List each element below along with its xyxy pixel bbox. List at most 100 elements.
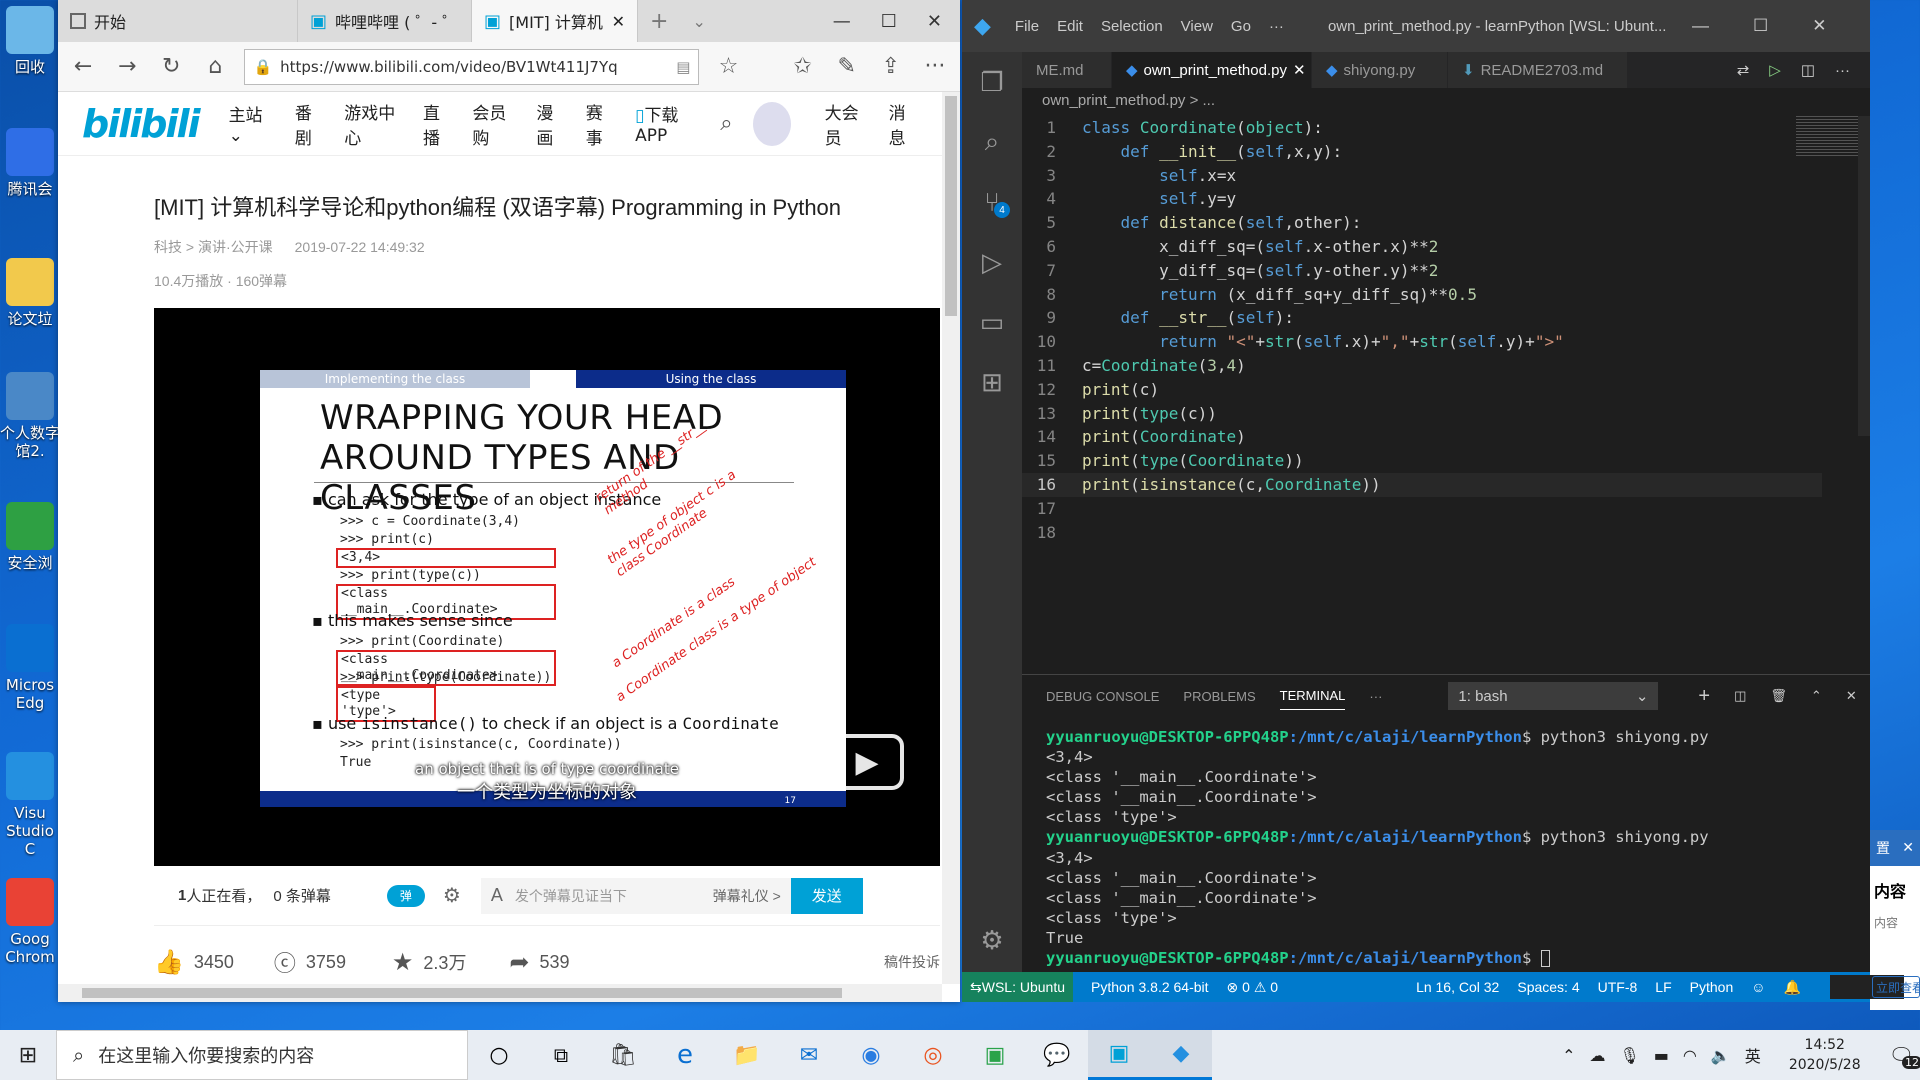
microphone-icon[interactable]: 🎙 [1619,1046,1639,1065]
close-panel-icon[interactable]: ✕ [1846,688,1857,704]
split-editor-icon[interactable]: ◫ [1801,61,1815,79]
avatar[interactable] [752,101,791,146]
desktop-icon[interactable]: 腾讯会 [0,128,60,198]
video-category[interactable]: 科技 > 演讲·公开课 [154,239,273,255]
source-control-icon[interactable]: ⑂ 4 [962,172,1022,232]
ubuntu-icon[interactable]: ◎ [902,1030,964,1080]
cursor-position[interactable]: Ln 16, Col 32 [1416,979,1499,995]
tab-start[interactable]: 开始 [58,0,298,42]
menu-view[interactable]: View [1181,18,1213,35]
desktop-icon[interactable]: Micros Edg [0,624,60,712]
browser-icon[interactable]: ◉ [840,1030,902,1080]
store-icon[interactable]: 🛍 [592,1030,654,1080]
danmaku-etiquette-link[interactable]: 弹幕礼仪 > [713,886,781,906]
desktop-icon[interactable]: 安全浏 [0,502,60,572]
tab-shiyong[interactable]: ◆ shiyong.py [1312,52,1448,88]
desktop-icon[interactable]: Visu Studio C [0,752,60,858]
close-tab-icon[interactable]: ✕ [1293,61,1306,79]
task-view-icon[interactable]: ⧉ [530,1030,592,1080]
tab-own-print-method[interactable]: ◆ own_print_method.py ✕ [1112,52,1312,88]
favorites-hub-icon[interactable]: ✩ [788,50,818,84]
explorer-icon[interactable]: ❐ [962,52,1022,112]
favorite-icon[interactable]: ★ [392,948,414,977]
tab-bilibili-home[interactable]: ▣ 哔哩哔哩 ( ゜- ゜ [298,0,472,42]
taskbar-search-input[interactable]: ⌕ 在这里输入你要搜索的内容 [56,1030,468,1080]
home-icon[interactable]: ⌂ [200,50,230,84]
edge-icon[interactable]: e [654,1030,716,1080]
nav-main[interactable]: 主站 ⌄ [229,101,275,146]
pen-icon[interactable]: ✎ [832,50,862,84]
menu-go[interactable]: Go [1231,18,1251,35]
tab-readme[interactable]: ME.md [1022,52,1112,88]
desktop-icon[interactable]: 个人数字馆2. [0,372,60,460]
cloud-icon[interactable]: ☁ [1589,1046,1605,1065]
windows-start-icon[interactable]: ⊞ [0,1030,56,1080]
run-file-icon[interactable]: ▷ [1769,61,1781,79]
bilibili-logo[interactable]: bilibili [82,102,201,146]
run-debug-icon[interactable]: ▷ [962,232,1022,292]
settings-gear-icon[interactable]: ⚙ [962,925,1022,956]
video-player[interactable]: Implementing the class Using the class W… [154,308,940,866]
tab-problems[interactable]: PROBLEMS [1183,689,1255,704]
feedback-icon[interactable]: ☺ [1751,979,1765,995]
file-explorer-icon[interactable]: 📁 [716,1030,778,1080]
terminal-select[interactable]: 1: bash ⌄ [1448,682,1659,710]
nav-vip[interactable]: 大会员 [825,99,869,149]
extensions-icon[interactable]: ⊞ [962,352,1022,412]
nav-mall[interactable]: 会员购 [472,99,516,149]
menu-file[interactable]: File [1015,18,1039,35]
nav-bangumi[interactable]: 番剧 [295,99,324,149]
play-icon[interactable]: ▶ [830,734,904,790]
more-icon[interactable]: ··· [920,50,950,84]
minimize-icon[interactable]: — [1692,16,1709,36]
nav-esports[interactable]: 赛事 [586,99,615,149]
notes-app-icon[interactable]: ▣ [964,1030,1026,1080]
nav-games[interactable]: 游戏中心 [344,99,403,149]
search-icon[interactable]: ⌕ [962,112,1022,172]
wifi-icon[interactable]: ◠ [1683,1046,1697,1065]
favorite-star-icon[interactable]: ☆ [713,50,743,84]
desktop-icon[interactable]: 回收 [0,6,60,76]
minimize-icon[interactable]: — [833,11,851,32]
url-input[interactable]: 🔒 https://www.bilibili.com/video/BV1Wt411… [244,48,700,85]
language-mode[interactable]: Python [1690,979,1734,995]
close-icon[interactable]: ✕ [1812,16,1826,36]
line-ending[interactable]: LF [1655,979,1671,995]
ime-indicator[interactable]: 英 [1745,1043,1761,1067]
desktop-icon[interactable]: 论文垃 [0,258,60,328]
editor-scrollbar[interactable] [1858,116,1870,436]
reading-view-icon[interactable]: ▤ [676,58,690,76]
clock[interactable]: 14:52 2020/5/28 [1789,1035,1861,1075]
terminal-output[interactable]: yyuanruoyu@DESKTOP-6PPQ48P:/mnt/c/alaji/… [1046,727,1709,968]
report-link[interactable]: 稿件投诉 [884,952,940,972]
mail-icon[interactable]: ✉ [778,1030,840,1080]
nav-download-app[interactable]: ▯下载APP [635,101,700,146]
send-button[interactable]: 发送 [790,877,863,914]
vertical-scrollbar[interactable] [942,92,960,984]
nav-manga[interactable]: 漫画 [536,99,565,149]
bilibili-app-icon[interactable]: ▣ [1088,1030,1150,1080]
nav-messages[interactable]: 消息 [889,99,918,149]
coin-icon[interactable]: ⓒ [274,946,296,978]
task-view-cortana-icon[interactable]: ○ [468,1030,530,1080]
menu-more[interactable]: ··· [1269,18,1284,35]
notifications-bell-icon[interactable]: 🔔 [1784,979,1801,996]
indentation[interactable]: Spaces: 4 [1517,979,1579,995]
refresh-icon[interactable]: ↻ [156,50,186,84]
panel-more[interactable]: ··· [1369,689,1382,704]
code-editor[interactable]: 1 class Coordinate(object): 2 def __init_… [1022,116,1822,544]
minimap[interactable] [1796,116,1862,156]
tab-mit-video[interactable]: ▣ [MIT] 计算机 ✕ [472,0,638,42]
like-icon[interactable]: 👍 [154,948,184,977]
split-terminal-icon[interactable]: ◫ [1734,688,1746,704]
tab-terminal[interactable]: TERMINAL [1279,688,1346,710]
more-actions-icon[interactable]: ··· [1835,62,1850,79]
close-tab-icon[interactable]: ✕ [612,12,625,31]
problems-count[interactable]: ⊗ 0 ⚠ 0 [1227,979,1279,996]
battery-icon[interactable]: ▬ [1654,1046,1669,1065]
danmaku-settings-icon[interactable]: ⚙ [443,883,461,908]
close-icon[interactable]: ✕ [1902,840,1914,856]
nav-live[interactable]: 直播 [423,99,452,149]
danmaku-toggle[interactable]: 弹 [386,884,425,907]
remote-indicator[interactable]: ⇆ WSL: Ubuntu [962,972,1073,1002]
